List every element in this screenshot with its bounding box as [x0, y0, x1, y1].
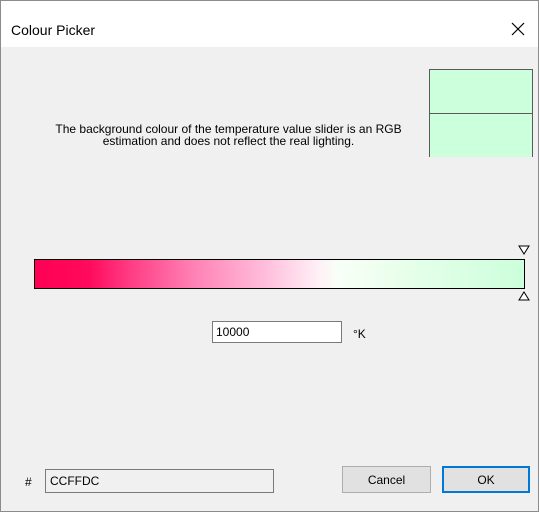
colour-preview-swatch — [429, 69, 533, 157]
colour-picker-dialog: Colour Picker The background colour of t… — [0, 0, 539, 512]
temperature-unit-label: °K — [353, 327, 366, 341]
triangle-down-icon[interactable] — [518, 245, 530, 255]
info-text: The background colour of the temperature… — [55, 122, 402, 148]
dialog-title: Colour Picker — [11, 22, 96, 38]
close-icon — [511, 22, 525, 36]
close-button[interactable] — [498, 11, 538, 47]
ok-button[interactable]: OK — [442, 466, 530, 493]
previous-colour-swatch — [430, 70, 532, 114]
title-bar: Colour Picker — [1, 1, 538, 47]
new-colour-swatch — [430, 114, 532, 157]
temperature-input[interactable] — [212, 321, 342, 343]
hex-prefix-label: # — [25, 475, 32, 489]
cancel-button[interactable]: Cancel — [342, 466, 431, 493]
temperature-slider[interactable] — [34, 259, 525, 289]
hex-colour-input[interactable] — [45, 469, 274, 493]
triangle-up-icon[interactable] — [518, 291, 530, 301]
